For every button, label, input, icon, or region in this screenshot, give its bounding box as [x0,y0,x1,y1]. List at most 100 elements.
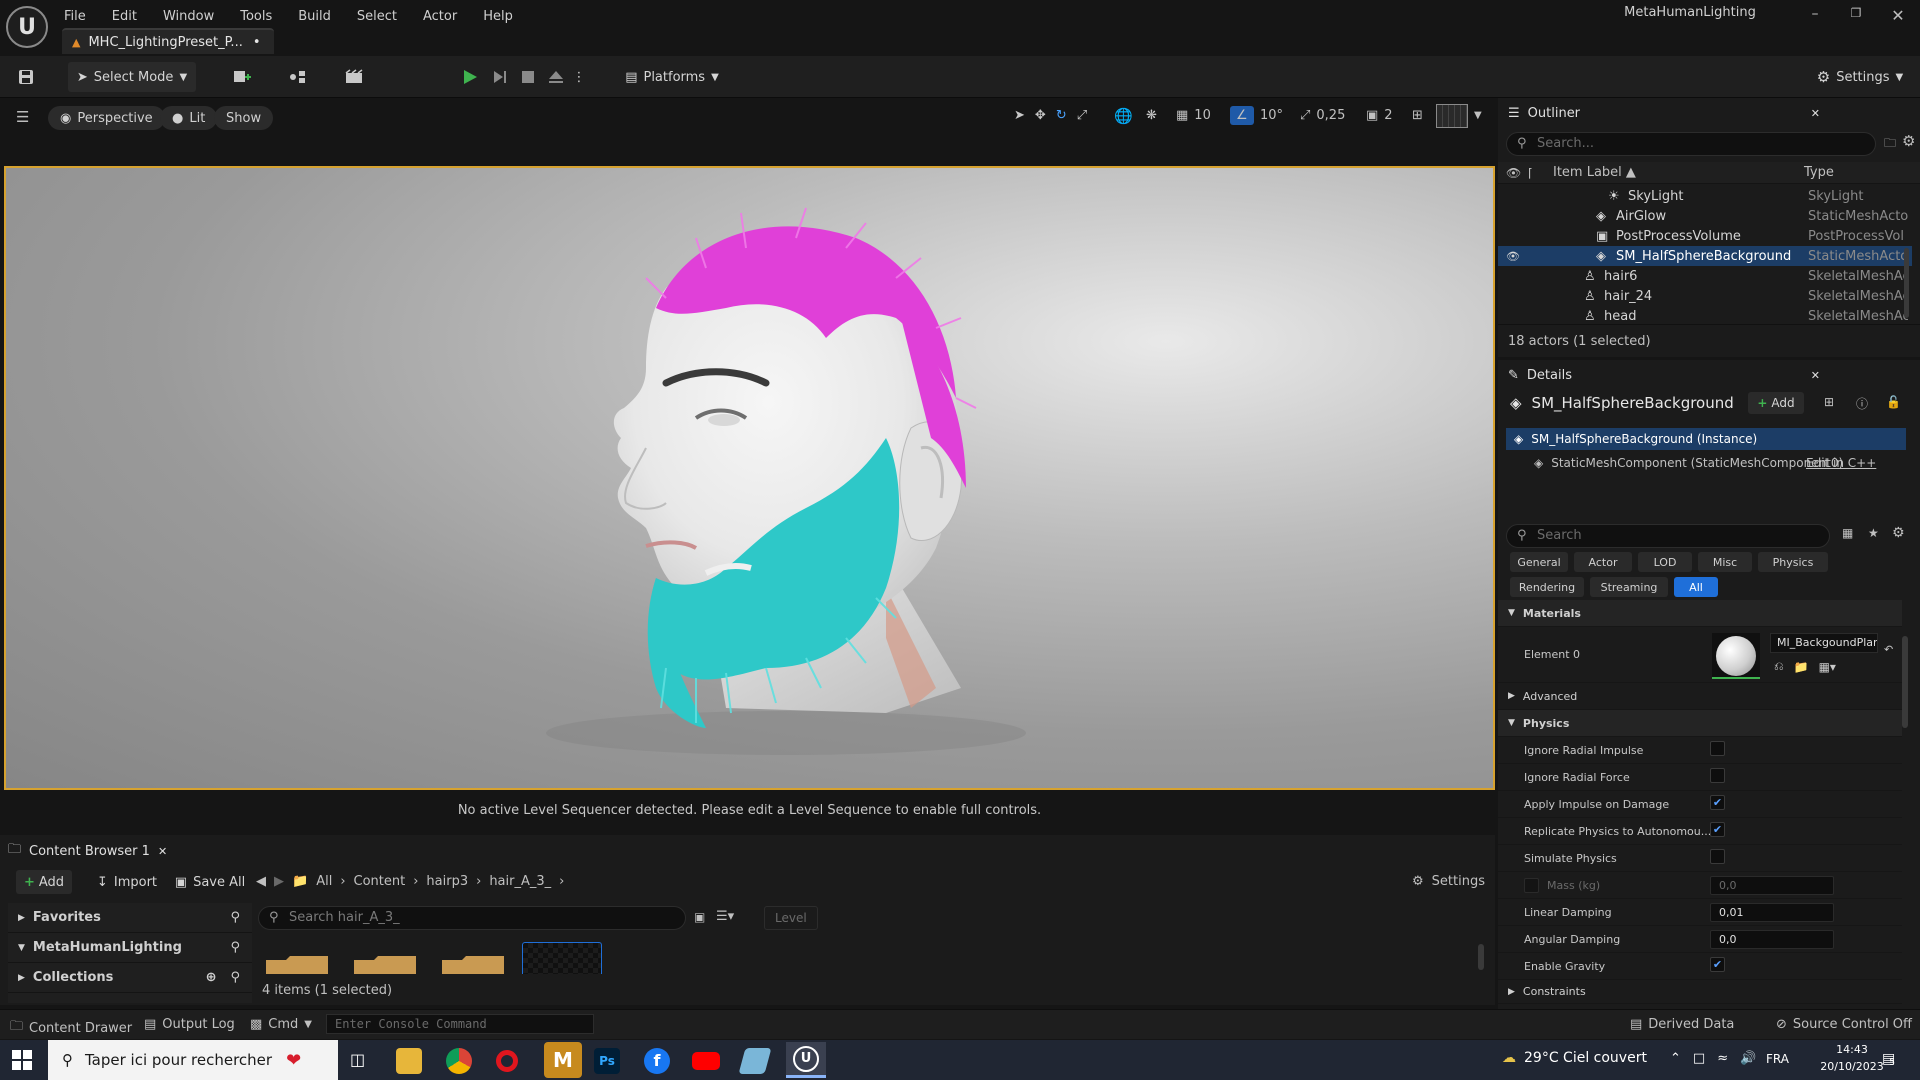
eye-icon[interactable]: 👁 [1506,250,1520,263]
metahuman-app-icon[interactable]: M [544,1042,582,1078]
filter-physics[interactable]: Physics [1758,552,1828,572]
photoshop-icon[interactable]: Ps [594,1048,620,1074]
list-item[interactable]: ♙ hair6 SkeletalMeshAc [1498,266,1912,286]
rotate-tool-icon[interactable]: ↻ [1056,108,1067,123]
materials-category[interactable]: ▼ Materials [1498,600,1902,627]
restore-button[interactable]: ❐ [1846,6,1866,24]
mass-override-checkbox[interactable] [1524,877,1539,893]
filter-all[interactable]: All [1674,577,1718,597]
lock-icon[interactable]: 🔓 [1886,395,1901,409]
gear-icon[interactable]: ⚙ [1902,132,1915,150]
apply-impulse-checkbox[interactable]: ✔ [1710,795,1725,810]
chrome-icon[interactable] [446,1048,472,1074]
add-folder-icon[interactable]: 🗀 [1884,134,1896,155]
notifications-button[interactable]: ▤ 5 [1882,1050,1895,1068]
wifi-icon[interactable]: ≈ [1717,1051,1728,1066]
close-window-button[interactable]: ✕ [1888,6,1908,25]
chevron-down-icon[interactable]: ▼ [1474,110,1482,121]
filter-actor[interactable]: Actor [1574,552,1632,572]
advance-frame-icon[interactable] [486,62,514,92]
list-item-selected[interactable]: 👁 ◈ SM_HalfSphereBackground StaticMeshActo [1498,246,1912,266]
filter-rendering[interactable]: Rendering [1510,577,1584,597]
volume-icon[interactable]: 🔊 [1740,1051,1756,1066]
help-icon[interactable]: ⓘ [1856,395,1868,412]
gear-icon[interactable]: ⚙ [1892,525,1905,541]
perspective-button[interactable]: ◉ Perspective [48,106,165,130]
menu-window[interactable]: Window [163,9,214,24]
lit-button[interactable]: ● Lit [160,106,218,130]
enable-gravity-checkbox[interactable]: ✔ [1710,957,1725,972]
settings-dropdown[interactable]: ⚙ Settings ▼ [1808,62,1912,92]
item-label-header[interactable]: Item Label ▲ [1553,165,1636,180]
derived-data-button[interactable]: ▤ Derived Data [1630,1017,1734,1032]
list-item[interactable]: ☀ SkyLight SkyLight [1498,186,1912,206]
chevron-up-icon[interactable]: ⌃ [1670,1051,1681,1066]
details-tab[interactable]: ✎ Details ✕ [1498,362,1920,388]
language-indicator[interactable]: FRA [1766,1052,1789,1066]
cinematics-icon[interactable] [336,62,376,92]
filter-icon[interactable]: ☰▾ [716,909,734,924]
youtube-icon[interactable] [692,1052,720,1070]
layout-icon[interactable]: ⊞ [1412,108,1423,123]
physics-category[interactable]: ▼ Physics [1498,710,1902,737]
platforms-dropdown[interactable]: ▤ Platforms ▼ [622,62,722,92]
outliner-scrollbar[interactable] [1904,248,1909,318]
camera-speed-control[interactable]: ▣ 2 [1366,108,1393,123]
document-tab[interactable]: ▲ MHC_LightingPreset_P... • [62,28,274,54]
menu-file[interactable]: File [64,9,86,24]
usb-icon[interactable]: □ [1693,1051,1705,1066]
facebook-icon[interactable]: f [644,1048,670,1074]
collections-section[interactable]: ▶ Collections ⊕ ⚲ [8,963,252,993]
grid-snap-control[interactable]: ▦ 10 [1176,108,1211,123]
menu-build[interactable]: Build [298,9,331,24]
folder-icon[interactable] [440,954,506,1000]
unreal-logo[interactable]: U [6,6,48,48]
search-icon[interactable]: ⚲ [230,940,240,955]
blueprint-icon[interactable] [282,62,320,92]
notepad-icon[interactable] [738,1048,772,1074]
reset-icon[interactable]: ↶ [1884,643,1893,656]
close-icon[interactable]: ✕ [158,845,167,858]
rotation-snap-control[interactable]: ∠ [1230,106,1254,125]
list-item[interactable]: ▣ PostProcessVolume PostProcessVol [1498,226,1912,246]
menu-tools[interactable]: Tools [240,9,272,24]
minimize-button[interactable]: – [1805,6,1825,24]
outliner-tab[interactable]: ☰ Outliner ✕ [1498,100,1920,126]
content-drawer-button[interactable]: 🗀 Content Drawer [10,1017,132,1039]
weather-widget[interactable]: ☁ 29°C Ciel couvert [1502,1050,1647,1066]
clock[interactable]: 14:43 20/10/2023 [1820,1043,1884,1073]
cb-settings-button[interactable]: ⚙ Settings [1412,874,1485,889]
project-section[interactable]: ▼ MetaHumanLighting ⚲ [8,933,252,963]
cmd-dropdown[interactable]: ▩ Cmd ▼ [250,1017,312,1032]
menu-help[interactable]: Help [483,9,513,24]
advanced-category[interactable]: ▶ Advanced [1498,683,1902,710]
eye-icon[interactable]: 👁 [1506,166,1521,180]
list-item[interactable]: ♙ head SkeletalMeshAc [1498,306,1912,326]
ignore-radial-impulse-checkbox[interactable] [1710,741,1725,756]
material-name-field[interactable]: MI_BackgoundPlane [1770,633,1878,653]
select-tool-icon[interactable]: ➤ [1014,108,1025,123]
selected-asset-thumbnail[interactable] [522,942,602,974]
filter-general[interactable]: General [1510,552,1568,572]
blueprint-icon[interactable]: ⊞ [1824,395,1834,409]
level-filter-chip[interactable]: Level [764,906,818,930]
breadcrumb-content[interactable]: Content [354,874,406,889]
breadcrumb-hair-a3[interactable]: hair_A_3_ [489,874,551,889]
console-input[interactable]: Enter Console Command [326,1014,594,1034]
type-header[interactable]: Type [1804,165,1834,180]
windows-start-icon[interactable] [12,1050,32,1070]
filter-streaming[interactable]: Streaming [1590,577,1668,597]
search-icon[interactable]: ⚲ [230,910,240,925]
taskbar-search[interactable]: ⚲ Taper ici pour rechercher ❤ [48,1040,338,1080]
level-viewport[interactable] [4,166,1495,790]
forward-icon[interactable]: ▶ [274,874,284,889]
list-item[interactable]: ♙ hair_24 SkeletalMeshAc [1498,286,1912,306]
translate-tool-icon[interactable]: ✥ [1035,108,1046,123]
stop-icon[interactable] [514,62,542,92]
world-space-icon[interactable]: 🌐 [1114,107,1133,125]
unreal-taskbar-icon[interactable]: U [786,1042,826,1078]
cb-search-input[interactable]: ⚲ Search hair_A_3_ [258,906,686,930]
menu-select[interactable]: Select [357,9,397,24]
viewport-layout-icon[interactable] [1436,104,1468,128]
add-actor-icon[interactable] [226,62,264,92]
